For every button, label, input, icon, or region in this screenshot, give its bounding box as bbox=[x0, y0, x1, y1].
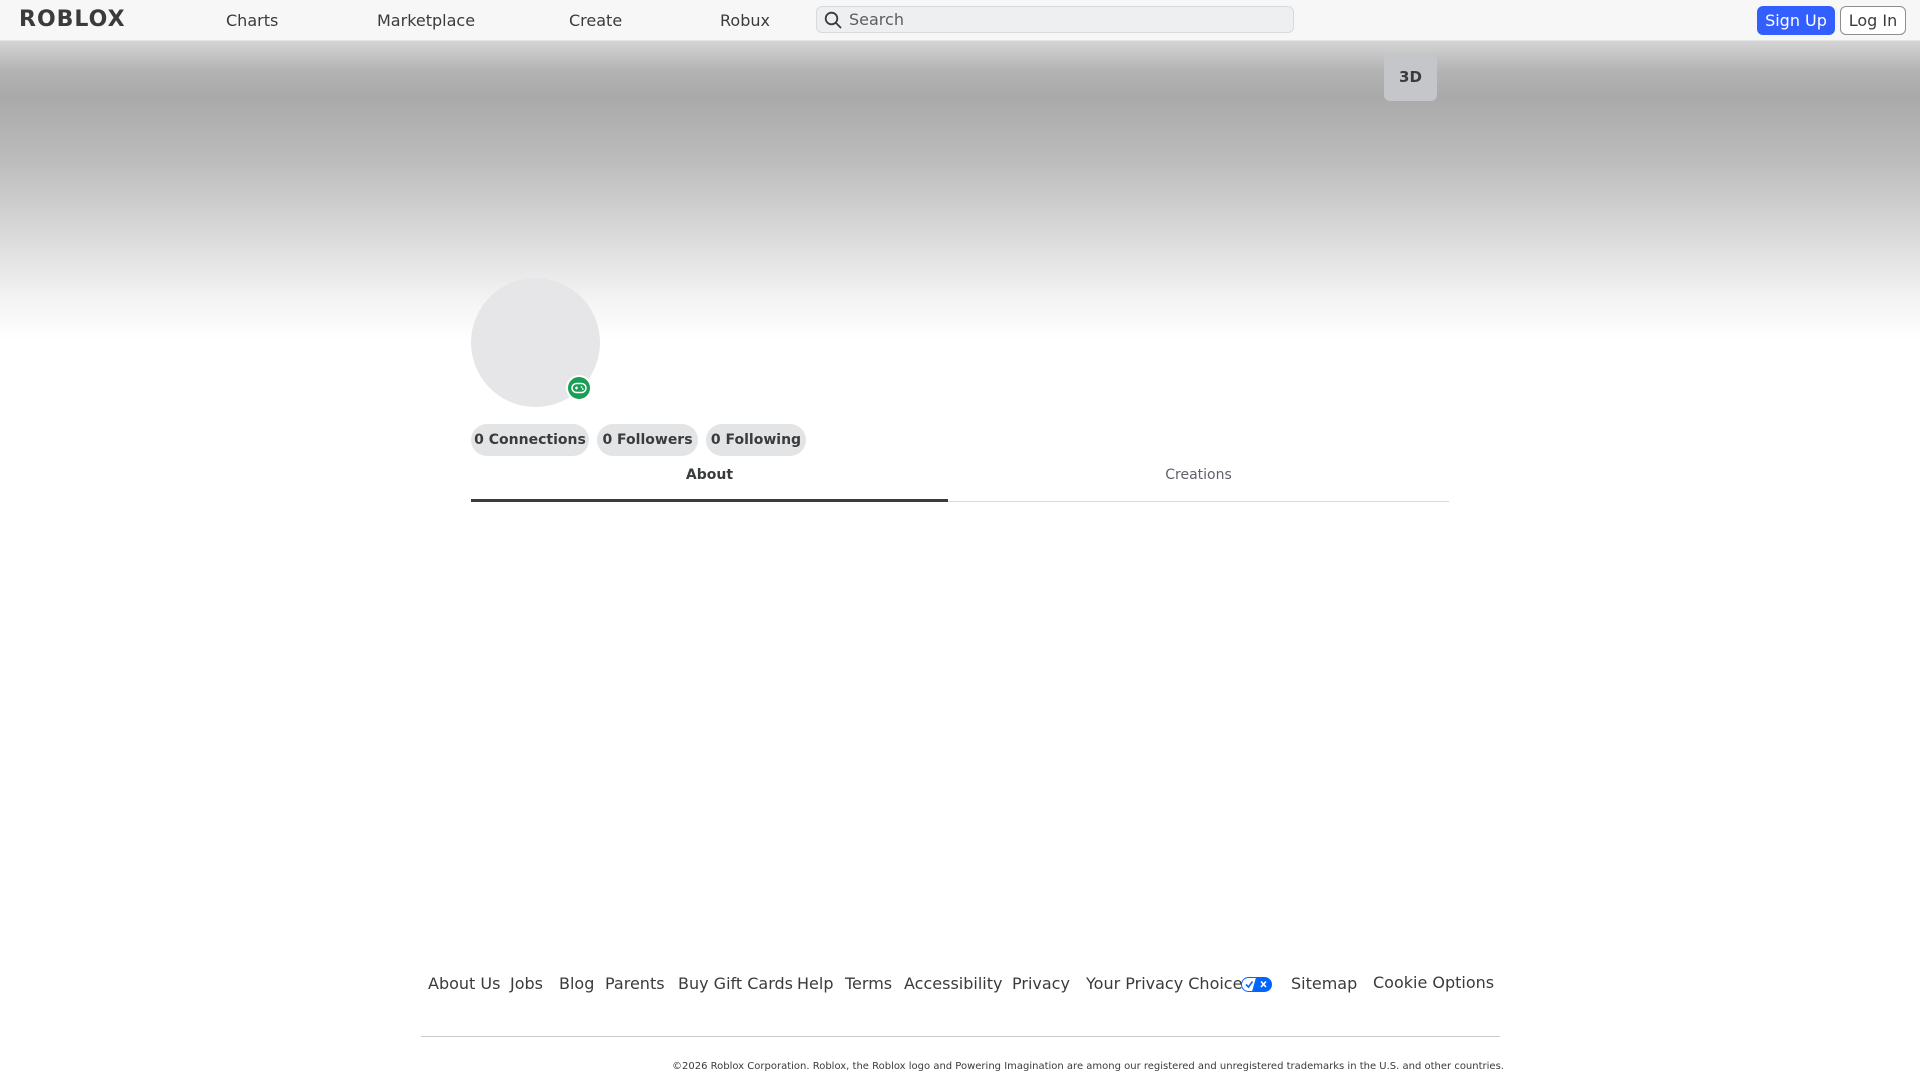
copyright-text: ©2026 Roblox Corporation. Roblox, the Ro… bbox=[672, 1061, 1504, 1072]
sign-up-button[interactable]: Sign Up bbox=[1757, 6, 1835, 35]
tab-creations[interactable]: Creations bbox=[948, 460, 1449, 502]
footer-your-privacy-choices-link[interactable]: Your Privacy Choices bbox=[1086, 972, 1251, 996]
nav-marketplace-link[interactable]: Marketplace bbox=[377, 0, 475, 40]
tab-about[interactable]: About bbox=[471, 460, 948, 502]
search-icon bbox=[824, 11, 842, 29]
footer-sitemap-link[interactable]: Sitemap bbox=[1291, 972, 1357, 996]
search-box[interactable] bbox=[816, 6, 1294, 33]
footer-terms-link[interactable]: Terms bbox=[845, 972, 892, 996]
nav-charts-link[interactable]: Charts bbox=[226, 0, 278, 40]
footer-help-link[interactable]: Help bbox=[797, 972, 833, 996]
footer-buy-gift-cards-link[interactable]: Buy Gift Cards bbox=[678, 972, 793, 996]
footer-jobs-link[interactable]: Jobs bbox=[510, 972, 543, 996]
view-3d-button[interactable]: 3D bbox=[1384, 53, 1437, 101]
roblox-logo[interactable]: ROBLOX bbox=[19, 8, 126, 32]
online-status-badge bbox=[566, 375, 592, 401]
nav-create-link[interactable]: Create bbox=[569, 0, 622, 40]
top-navigation-bar: ROBLOX Charts Marketplace Create Robux S… bbox=[0, 0, 1920, 41]
nav-robux-link[interactable]: Robux bbox=[720, 0, 770, 40]
search-input[interactable] bbox=[849, 8, 1279, 31]
following-count-button[interactable]: 0 Following bbox=[706, 424, 806, 456]
footer-about-us-link[interactable]: About Us bbox=[428, 972, 500, 996]
profile-banner bbox=[0, 41, 1920, 341]
log-in-button[interactable]: Log In bbox=[1840, 6, 1906, 35]
footer-cookie-options-link[interactable]: Cookie Options bbox=[1373, 971, 1494, 995]
footer-privacy-link[interactable]: Privacy bbox=[1012, 972, 1070, 996]
footer-parents-link[interactable]: Parents bbox=[605, 972, 665, 996]
connections-count-button[interactable]: 0 Connections bbox=[471, 424, 589, 456]
privacy-choices-toggle-icon bbox=[1241, 977, 1272, 992]
footer-divider bbox=[421, 1036, 1500, 1037]
footer-blog-link[interactable]: Blog bbox=[559, 972, 594, 996]
game-controller-icon bbox=[571, 382, 587, 394]
footer-accessibility-link[interactable]: Accessibility bbox=[904, 972, 1002, 996]
followers-count-button[interactable]: 0 Followers bbox=[597, 424, 698, 456]
